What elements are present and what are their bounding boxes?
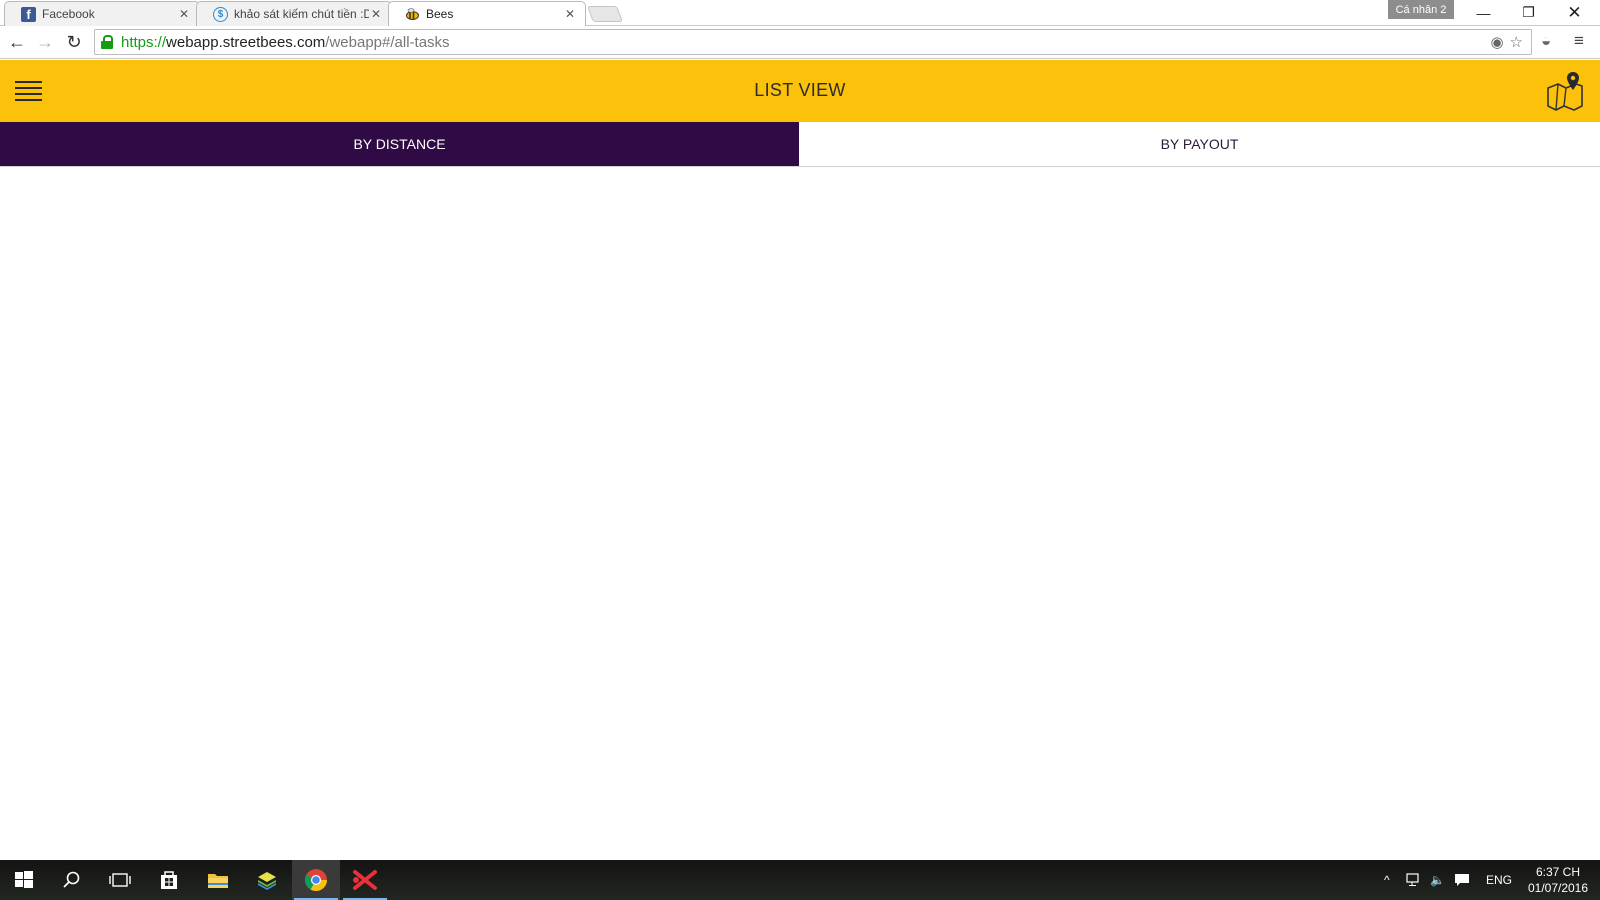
- browser-tabstrip: f Facebook ✕ $ khảo sát kiếm chút tiền :…: [0, 0, 1600, 26]
- forward-arrow-icon[interactable]: →: [34, 31, 56, 53]
- location-target-icon[interactable]: ◉: [1490, 33, 1503, 51]
- clock-time: 6:37 CH: [1535, 865, 1581, 879]
- lock-icon: [101, 35, 113, 49]
- sort-tabs: BY DISTANCE BY PAYOUT: [0, 122, 1600, 167]
- tab-title: Facebook: [42, 7, 95, 21]
- browser-tab-bees[interactable]: Bees ✕: [388, 1, 586, 26]
- reload-icon[interactable]: ↻: [63, 31, 85, 53]
- url-scheme: https://: [121, 33, 167, 51]
- xmind-icon[interactable]: [341, 860, 389, 900]
- url-path: /webapp#/all-tasks: [325, 33, 450, 51]
- clock-date: 01/07/2016: [1527, 881, 1589, 895]
- tab-by-payout[interactable]: BY PAYOUT: [799, 122, 1600, 166]
- store-icon[interactable]: [145, 860, 193, 900]
- minimize-icon[interactable]: —: [1461, 0, 1506, 25]
- survey-site-icon: $: [213, 6, 228, 22]
- map-view-icon[interactable]: [1544, 70, 1586, 114]
- windows-taskbar: ^ 🔈 ENG 6:37 CH 01/07/2016: [0, 860, 1600, 900]
- app-header: LIST VIEW: [0, 60, 1600, 122]
- close-icon[interactable]: ✕: [177, 7, 191, 21]
- action-center-icon[interactable]: [1454, 860, 1470, 900]
- input-language[interactable]: ENG: [1486, 860, 1512, 900]
- page-title: LIST VIEW: [754, 80, 846, 100]
- task-view-icon[interactable]: [96, 860, 144, 900]
- tab-by-distance[interactable]: BY DISTANCE: [0, 122, 799, 166]
- chrome-menu-icon[interactable]: ≡: [1574, 31, 1584, 51]
- close-window-icon[interactable]: ✕: [1552, 0, 1597, 25]
- task-list-area: [0, 168, 1600, 860]
- new-tab-button[interactable]: [587, 6, 623, 22]
- chrome-icon[interactable]: [292, 860, 340, 900]
- tab-title: khảo sát kiếm chút tiền :D: [234, 7, 369, 21]
- file-explorer-icon[interactable]: [194, 860, 242, 900]
- close-icon[interactable]: ✕: [369, 7, 383, 21]
- start-icon[interactable]: [0, 860, 48, 900]
- facebook-icon: f: [21, 6, 36, 22]
- profile-button[interactable]: Cá nhân 2: [1388, 0, 1454, 19]
- network-icon[interactable]: [1406, 860, 1422, 900]
- browser-tab-facebook[interactable]: f Facebook ✕: [4, 1, 200, 26]
- tab-title: Bees: [426, 7, 454, 21]
- address-bar[interactable]: https://webapp.streetbees.com/webapp#/al…: [94, 29, 1532, 55]
- back-arrow-icon[interactable]: ←: [6, 31, 28, 53]
- bluestacks-icon[interactable]: [243, 860, 291, 900]
- url-host: webapp.streetbees.com: [166, 33, 326, 51]
- bookmark-star-icon[interactable]: ☆: [1510, 33, 1523, 51]
- restore-icon[interactable]: ❐: [1506, 0, 1551, 25]
- bee-icon: [405, 7, 420, 22]
- volume-icon[interactable]: 🔈: [1430, 860, 1445, 900]
- close-icon[interactable]: ✕: [563, 7, 577, 21]
- browser-tab-survey[interactable]: $ khảo sát kiếm chút tiền :D ✕: [196, 1, 392, 26]
- show-hidden-icons-icon[interactable]: ^: [1384, 860, 1390, 900]
- system-clock[interactable]: 6:37 CH 01/07/2016: [1522, 864, 1594, 896]
- extension-icon[interactable]: ◒: [1541, 31, 1551, 51]
- search-icon[interactable]: [48, 860, 96, 900]
- browser-toolbar: ← → ↻ https://webapp.streetbees.com/weba…: [0, 26, 1600, 59]
